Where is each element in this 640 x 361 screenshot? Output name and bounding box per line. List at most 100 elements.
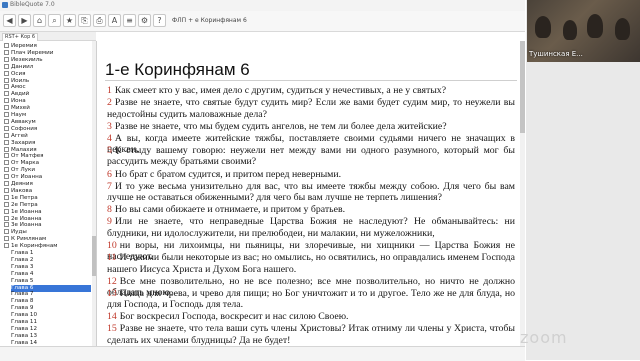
book-label: Иоиль xyxy=(11,77,30,84)
verse-number[interactable]: 5 xyxy=(107,145,112,156)
verse-number[interactable]: 3 xyxy=(107,121,112,132)
tab-bar: RST+ Кор 6 xyxy=(0,32,96,41)
expand-icon[interactable] xyxy=(4,243,9,249)
verse-number[interactable]: 11 xyxy=(107,252,116,263)
expand-icon[interactable] xyxy=(4,222,9,228)
copy-icon[interactable]: ⎘ xyxy=(78,14,91,27)
verse-text: Разве не знаете, что мы будем судить анг… xyxy=(114,120,447,132)
verse-text: Или не знаете, что неправедные Царства Б… xyxy=(107,216,515,239)
location-label: ФЛП + е Коринфянам 6 xyxy=(172,17,247,24)
book-label: Захария xyxy=(11,139,36,146)
chapter-view: 1-е Коринфянам 6 1 Как смеет кто у вас, и… xyxy=(97,41,525,346)
verse-text: Пища для чрева, и чрево для пищи; но Бог… xyxy=(107,287,515,311)
settings-icon[interactable]: ⚙ xyxy=(138,14,151,27)
expand-icon[interactable] xyxy=(4,91,9,97)
forward-icon[interactable]: ▶ xyxy=(18,14,31,27)
verse-text: И то уже весьма унизительно для вас, что… xyxy=(107,180,515,204)
verse-text: Разве не знаете, что тела ваши суть член… xyxy=(107,323,515,346)
verse-number[interactable]: 6 xyxy=(107,169,112,180)
verse-number[interactable]: 10 xyxy=(107,240,117,251)
sidebar-scrollbar[interactable] xyxy=(92,41,96,346)
home-icon[interactable]: ⌂ xyxy=(33,14,46,27)
search-icon[interactable]: ⌕ xyxy=(48,14,61,27)
verse-text: Но брат с братом судится, и притом перед… xyxy=(114,168,342,180)
expand-icon[interactable] xyxy=(4,98,9,104)
expand-icon[interactable] xyxy=(4,63,9,69)
verse: 6 Но брат с братом судится, и притом пере… xyxy=(107,169,515,181)
expand-icon[interactable] xyxy=(4,70,9,76)
verse-number[interactable]: 7 xyxy=(107,181,112,192)
verse: 9 Или не знаете, что неправедные Царства … xyxy=(107,216,515,239)
expand-icon[interactable] xyxy=(4,236,9,242)
expand-icon[interactable] xyxy=(4,105,9,111)
expand-icon[interactable] xyxy=(4,153,9,159)
participant-figure xyxy=(535,16,551,38)
book-label: Амос xyxy=(11,84,26,91)
book-label: От Матфея xyxy=(11,153,44,160)
verse-number[interactable]: 4 xyxy=(107,133,112,144)
verse: 11 И такими были некоторые из вас; но омы… xyxy=(107,252,515,275)
expand-icon[interactable] xyxy=(4,118,9,124)
expand-icon[interactable] xyxy=(4,160,9,166)
verse-number[interactable]: 9 xyxy=(107,216,112,227)
verse: 15 Разве не знаете, что тела ваши суть чл… xyxy=(107,323,515,346)
book-label: К Римлянам xyxy=(11,236,47,243)
expand-icon[interactable] xyxy=(4,229,9,235)
content-scroll-thumb[interactable] xyxy=(520,41,525,133)
content-scrollbar[interactable] xyxy=(520,41,525,346)
verse: 2 Разве не знаете, что святые будут судит… xyxy=(107,97,515,120)
book-label: Иеремия xyxy=(11,43,37,49)
list-icon[interactable]: ≡ xyxy=(123,14,136,27)
app-icon xyxy=(2,2,8,8)
book-label: 2е Петра xyxy=(11,201,38,208)
expand-icon[interactable] xyxy=(4,181,9,186)
expand-icon[interactable] xyxy=(4,146,9,152)
verse-text: Как смеет кто у вас, имея дело с другим,… xyxy=(114,85,447,96)
participant-video[interactable]: Тушинская Е... xyxy=(527,0,640,62)
book-label: Наум xyxy=(11,112,27,118)
book-label: 2е Иоанна xyxy=(11,215,42,222)
verse-number[interactable]: 12 xyxy=(107,276,117,287)
verse: 7И то уже весьма унизительно для вас, чт… xyxy=(107,181,515,204)
participant-figure xyxy=(615,18,630,40)
print-icon[interactable]: ⎙ xyxy=(93,14,106,27)
expand-icon[interactable] xyxy=(4,208,9,214)
expand-icon[interactable] xyxy=(4,174,9,180)
verse: 8 Но вы сами обижаете и отнимаете, и прит… xyxy=(107,204,515,216)
font-icon[interactable]: A xyxy=(108,14,121,27)
back-icon[interactable]: ◀ xyxy=(3,14,16,27)
participant-figure xyxy=(587,14,603,38)
book-label: 3е Иоанна xyxy=(11,222,42,229)
expand-icon[interactable] xyxy=(4,187,9,193)
expand-icon[interactable] xyxy=(4,43,9,48)
expand-icon[interactable] xyxy=(4,112,9,117)
book-label: Аввакум xyxy=(11,118,36,125)
verse-number[interactable]: 15 xyxy=(107,323,117,334)
expand-icon[interactable] xyxy=(4,201,9,207)
expand-icon[interactable] xyxy=(4,77,9,83)
book-label: 1е Иоанна xyxy=(11,208,42,215)
bookmark-icon[interactable]: ★ xyxy=(63,14,76,27)
help-icon[interactable]: ? xyxy=(153,14,166,27)
book-label: Деяния xyxy=(11,181,33,187)
book-tree: Иеремия Плач Иеремии Иезекииль Даниил Осия Ио… xyxy=(0,41,97,346)
expand-icon[interactable] xyxy=(4,194,9,200)
expand-icon[interactable] xyxy=(4,215,9,221)
expand-icon[interactable] xyxy=(4,56,9,62)
book-label: Иезекииль xyxy=(11,56,43,63)
expand-icon[interactable] xyxy=(4,132,9,138)
expand-icon[interactable] xyxy=(4,139,9,145)
verse-number[interactable]: 8 xyxy=(107,204,112,215)
verse-number[interactable]: 2 xyxy=(107,97,112,108)
expand-icon[interactable] xyxy=(4,167,9,173)
expand-icon[interactable] xyxy=(4,49,9,55)
tab-current[interactable]: RST+ Кор 6 xyxy=(2,33,39,41)
verse: 5К стыду вашему говорю: неужели нет межд… xyxy=(107,145,515,168)
verse-number[interactable]: 14 xyxy=(107,311,117,322)
expand-icon[interactable] xyxy=(4,125,9,131)
verse-number[interactable]: 1 xyxy=(107,85,112,96)
verse-number[interactable]: 13 xyxy=(107,288,117,299)
sidebar-scroll-thumb[interactable] xyxy=(92,236,96,276)
expand-icon[interactable] xyxy=(4,84,9,90)
title-divider xyxy=(105,80,517,81)
